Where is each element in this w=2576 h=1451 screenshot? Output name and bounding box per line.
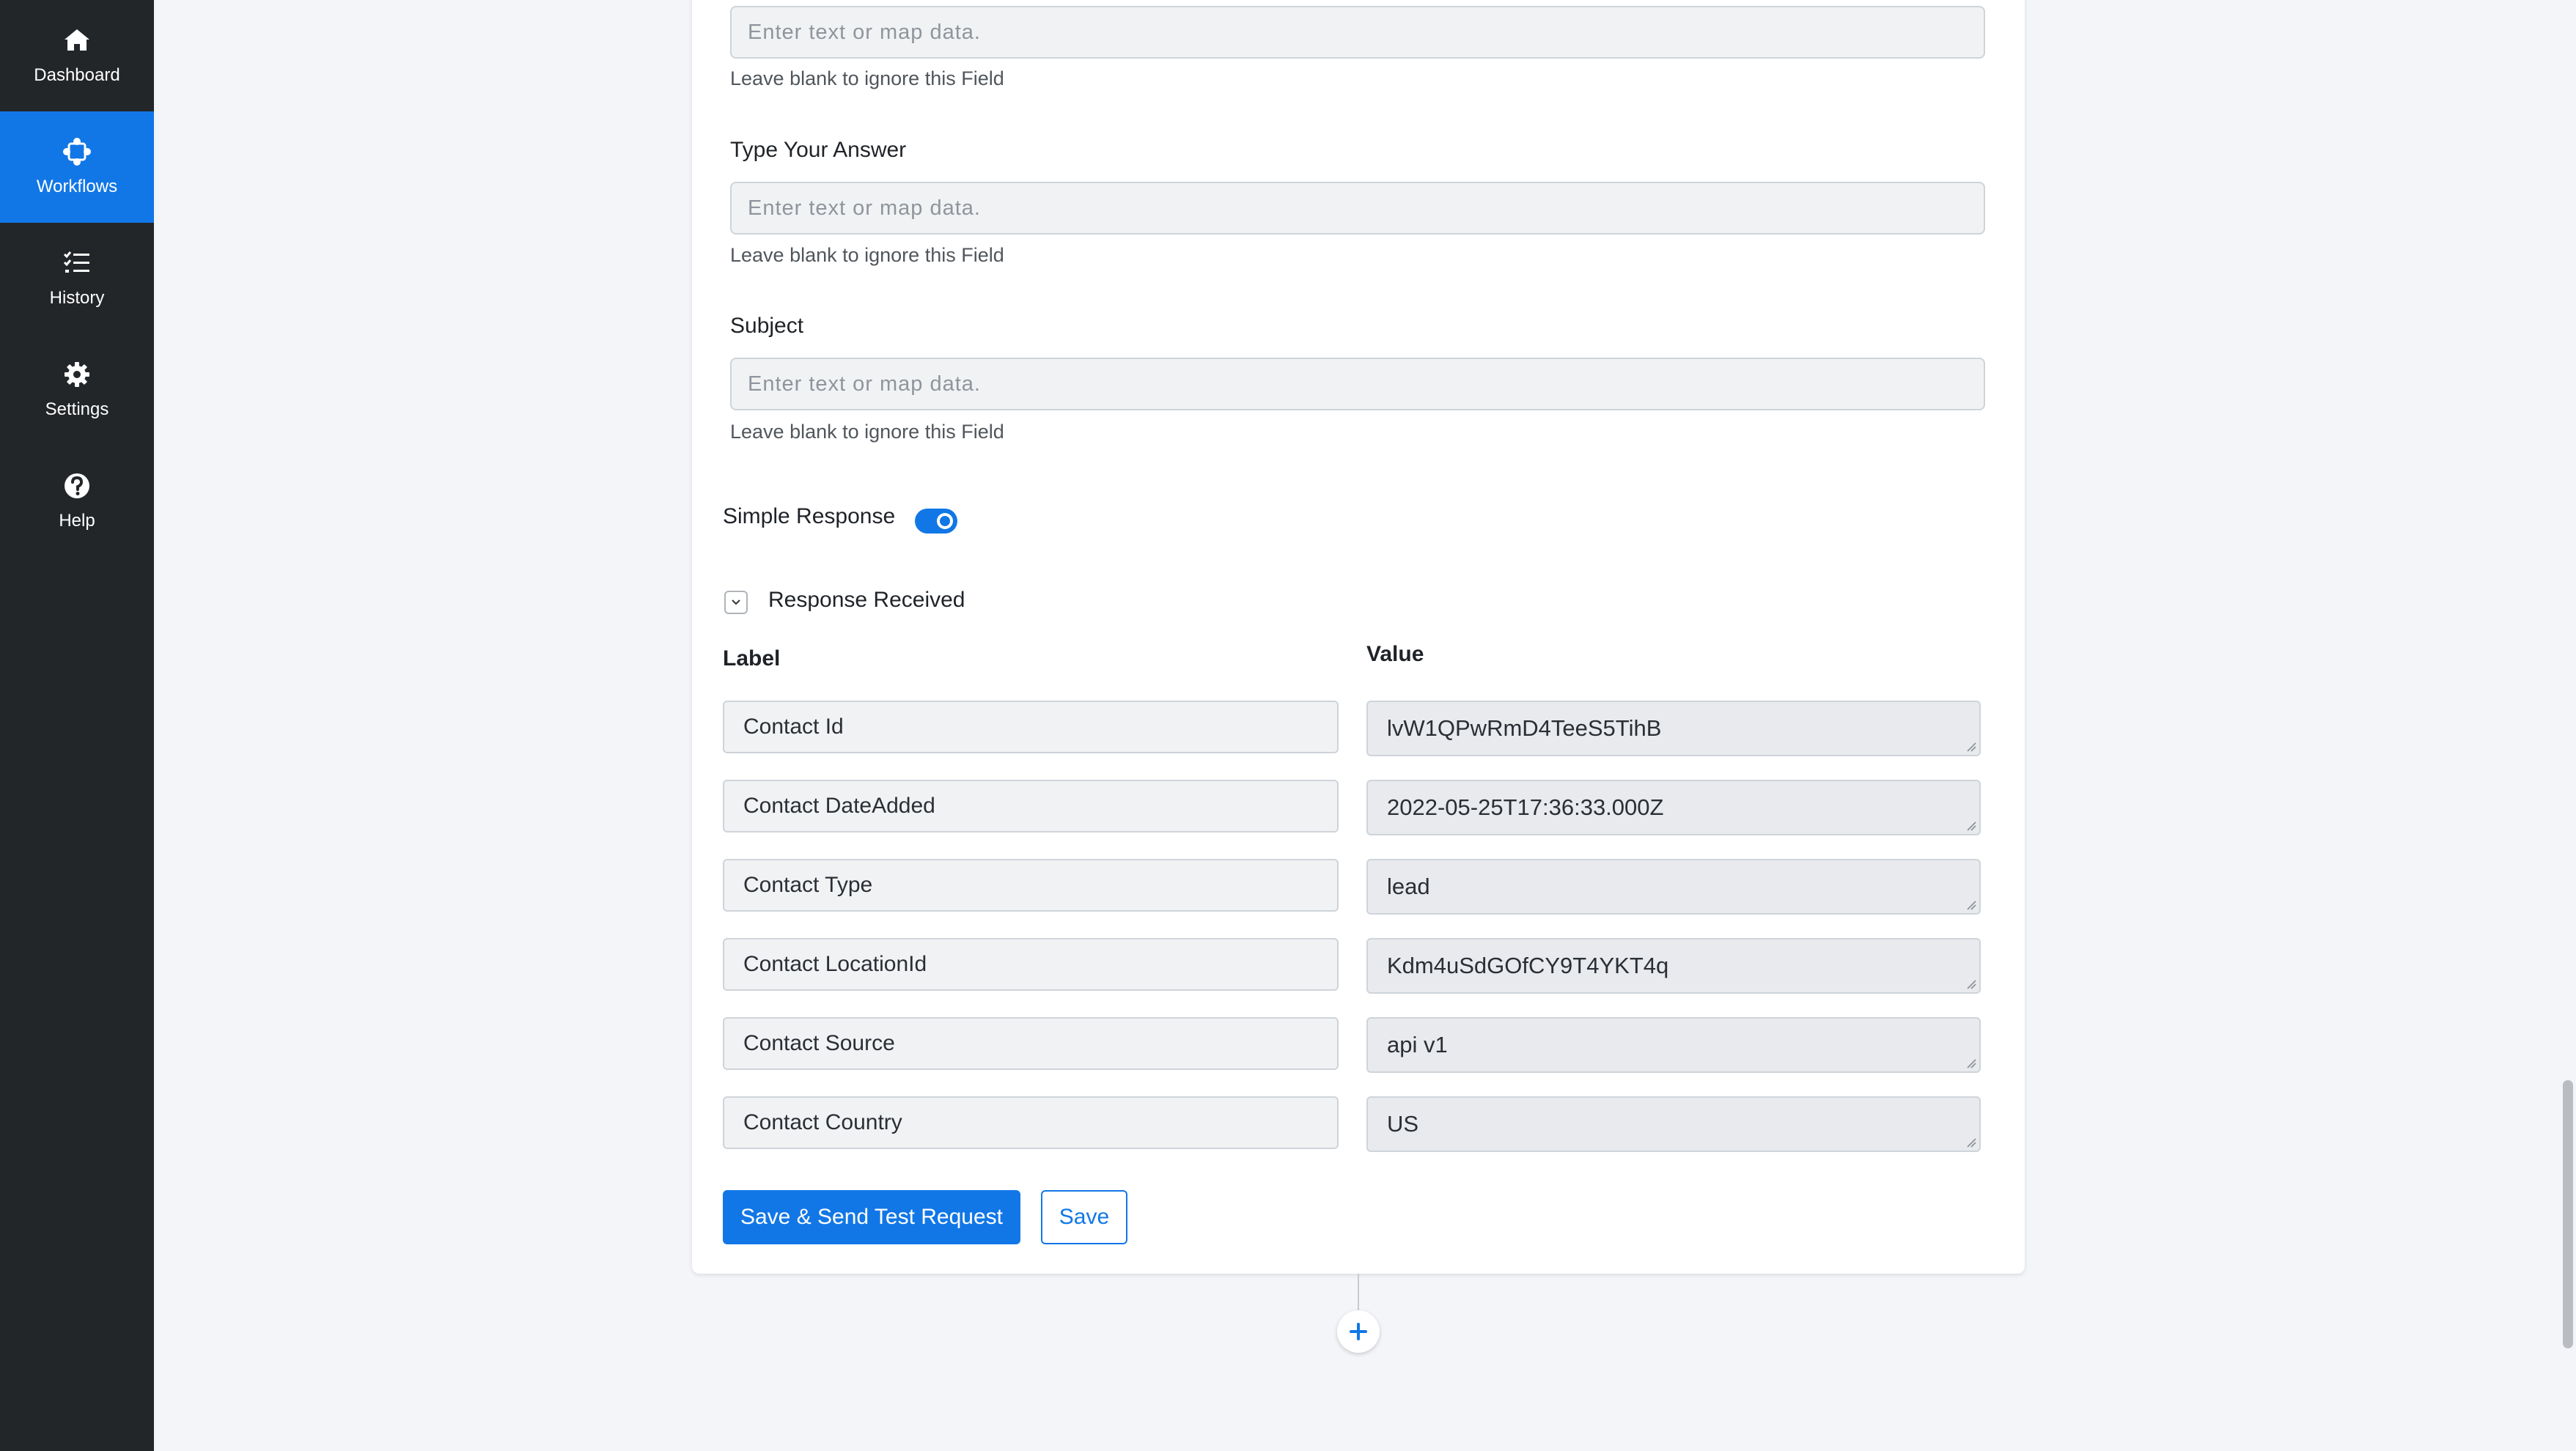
sidebar-item-history[interactable]: History bbox=[0, 223, 154, 334]
row-label-field[interactable]: Contact Type bbox=[723, 859, 1339, 912]
save-button[interactable]: Save bbox=[1041, 1190, 1127, 1244]
table-row: Contact Country US bbox=[723, 1096, 1984, 1175]
row-value-field[interactable]: Kdm4uSdGOfCY9T4YKT4q bbox=[1366, 938, 1981, 994]
table-row: Contact Source api v1 bbox=[723, 1017, 1984, 1096]
table-row: Contact Type lead bbox=[723, 859, 1984, 938]
help-icon bbox=[65, 473, 89, 498]
table-row: Contact LocationId Kdm4uSdGOfCY9T4YKT4q bbox=[723, 938, 1984, 1017]
plus-icon bbox=[1350, 1323, 1367, 1340]
add-step-button[interactable] bbox=[1337, 1310, 1380, 1353]
history-list-icon bbox=[63, 251, 89, 273]
row-value-text: 2022-05-25T17:36:33.000Z bbox=[1387, 794, 1664, 820]
row-value-field[interactable]: lead bbox=[1366, 859, 1981, 915]
label-column-header: Label bbox=[723, 646, 781, 671]
table-row: Contact Id lvW1QPwRmD4TeeS5TihB bbox=[723, 701, 1984, 780]
type-your-answer-input[interactable] bbox=[730, 182, 1985, 235]
row-label-field[interactable]: Contact Source bbox=[723, 1017, 1339, 1070]
response-received-collapse-toggle[interactable] bbox=[724, 591, 748, 614]
workflow-icon bbox=[63, 138, 91, 166]
subject-hint: Leave blank to ignore this Field bbox=[730, 421, 1004, 443]
row-label-field[interactable]: Contact DateAdded bbox=[723, 780, 1339, 832]
row-value-field[interactable]: lvW1QPwRmD4TeeS5TihB bbox=[1366, 701, 1981, 756]
row-label-field[interactable]: Contact Country bbox=[723, 1096, 1339, 1149]
sidebar-item-label: Dashboard bbox=[34, 65, 120, 85]
sidebar-item-label: History bbox=[49, 288, 105, 308]
sidebar-item-label: Settings bbox=[45, 399, 109, 419]
row-label-field[interactable]: Contact LocationId bbox=[723, 938, 1339, 991]
home-icon bbox=[65, 29, 89, 51]
row-label-field[interactable]: Contact Id bbox=[723, 701, 1339, 753]
row-value-field[interactable]: api v1 bbox=[1366, 1017, 1981, 1073]
chevron-down-icon bbox=[732, 599, 740, 605]
resize-grip-icon[interactable] bbox=[1966, 742, 1976, 752]
response-received-title: Response Received bbox=[768, 588, 965, 612]
flow-connector-line bbox=[1358, 1274, 1359, 1312]
simple-response-toggle[interactable] bbox=[915, 509, 957, 533]
sidebar-item-label: Workflows bbox=[36, 177, 118, 196]
field-1-hint: Leave blank to ignore this Field bbox=[730, 67, 1004, 89]
table-row: Contact DateAdded 2022-05-25T17:36:33.00… bbox=[723, 780, 1984, 859]
sidebar-item-label: Help bbox=[59, 511, 95, 531]
value-column-header: Value bbox=[1366, 642, 1424, 666]
row-value-text: Kdm4uSdGOfCY9T4YKT4q bbox=[1387, 953, 1669, 978]
sidebar-item-settings[interactable]: Settings bbox=[0, 334, 154, 446]
save-and-send-test-button[interactable]: Save & Send Test Request bbox=[723, 1190, 1020, 1244]
resize-grip-icon[interactable] bbox=[1966, 1058, 1976, 1068]
simple-response-label: Simple Response bbox=[723, 504, 896, 528]
response-table: Contact Id lvW1QPwRmD4TeeS5TihB Contact … bbox=[723, 701, 1984, 1175]
field-1-input[interactable] bbox=[730, 6, 1985, 59]
row-value-field[interactable]: US bbox=[1366, 1096, 1981, 1152]
row-value-text: US bbox=[1387, 1111, 1419, 1137]
row-value-text: api v1 bbox=[1387, 1032, 1448, 1057]
gear-icon bbox=[65, 362, 89, 387]
type-your-answer-hint: Leave blank to ignore this Field bbox=[730, 244, 1004, 266]
row-value-text: lead bbox=[1387, 874, 1430, 899]
resize-grip-icon[interactable] bbox=[1966, 979, 1976, 989]
row-value-field[interactable]: 2022-05-25T17:36:33.000Z bbox=[1366, 780, 1981, 835]
sidebar-item-workflows[interactable]: Workflows bbox=[0, 111, 154, 223]
sidebar-item-help[interactable]: Help bbox=[0, 446, 154, 557]
type-your-answer-label: Type Your Answer bbox=[730, 138, 907, 162]
sidebar: Dashboard Workflows History Settings Hel… bbox=[0, 0, 154, 1451]
resize-grip-icon[interactable] bbox=[1966, 900, 1976, 910]
subject-input[interactable] bbox=[730, 358, 1985, 410]
toggle-knob bbox=[937, 513, 953, 529]
row-value-text: lvW1QPwRmD4TeeS5TihB bbox=[1387, 715, 1662, 741]
resize-grip-icon[interactable] bbox=[1966, 821, 1976, 831]
subject-label: Subject bbox=[730, 314, 804, 338]
page-scrollbar[interactable] bbox=[2563, 1080, 2573, 1348]
sidebar-item-dashboard[interactable]: Dashboard bbox=[0, 0, 154, 111]
resize-grip-icon[interactable] bbox=[1966, 1137, 1976, 1148]
